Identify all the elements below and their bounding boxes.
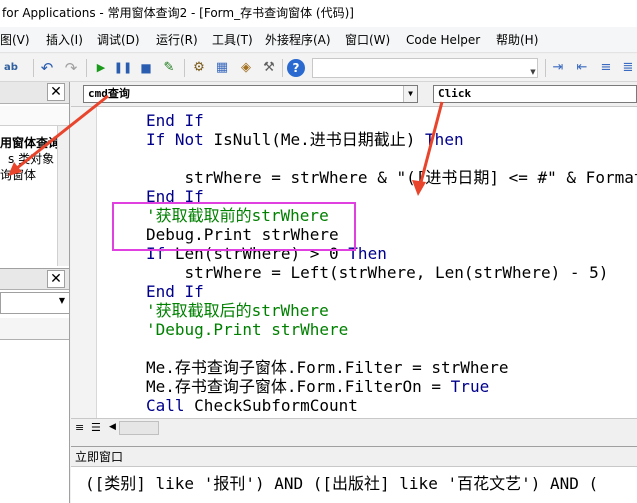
immediate-window-title: 立即窗口	[71, 447, 637, 467]
arrow-to-code	[412, 101, 444, 196]
annotation-arrows	[8, 94, 444, 196]
immediate-window: 立即窗口 ([类别] like '报刊') AND ([出版社] like '百…	[71, 446, 637, 503]
arrow-to-project	[8, 94, 109, 176]
vba-editor-window: for Applications - 常用窗体查询2 - [Form_存书查询窗…	[0, 0, 637, 503]
immediate-output[interactable]: ([类别] like '报刊') AND ([出版社] like '百花文艺')…	[85, 474, 598, 494]
